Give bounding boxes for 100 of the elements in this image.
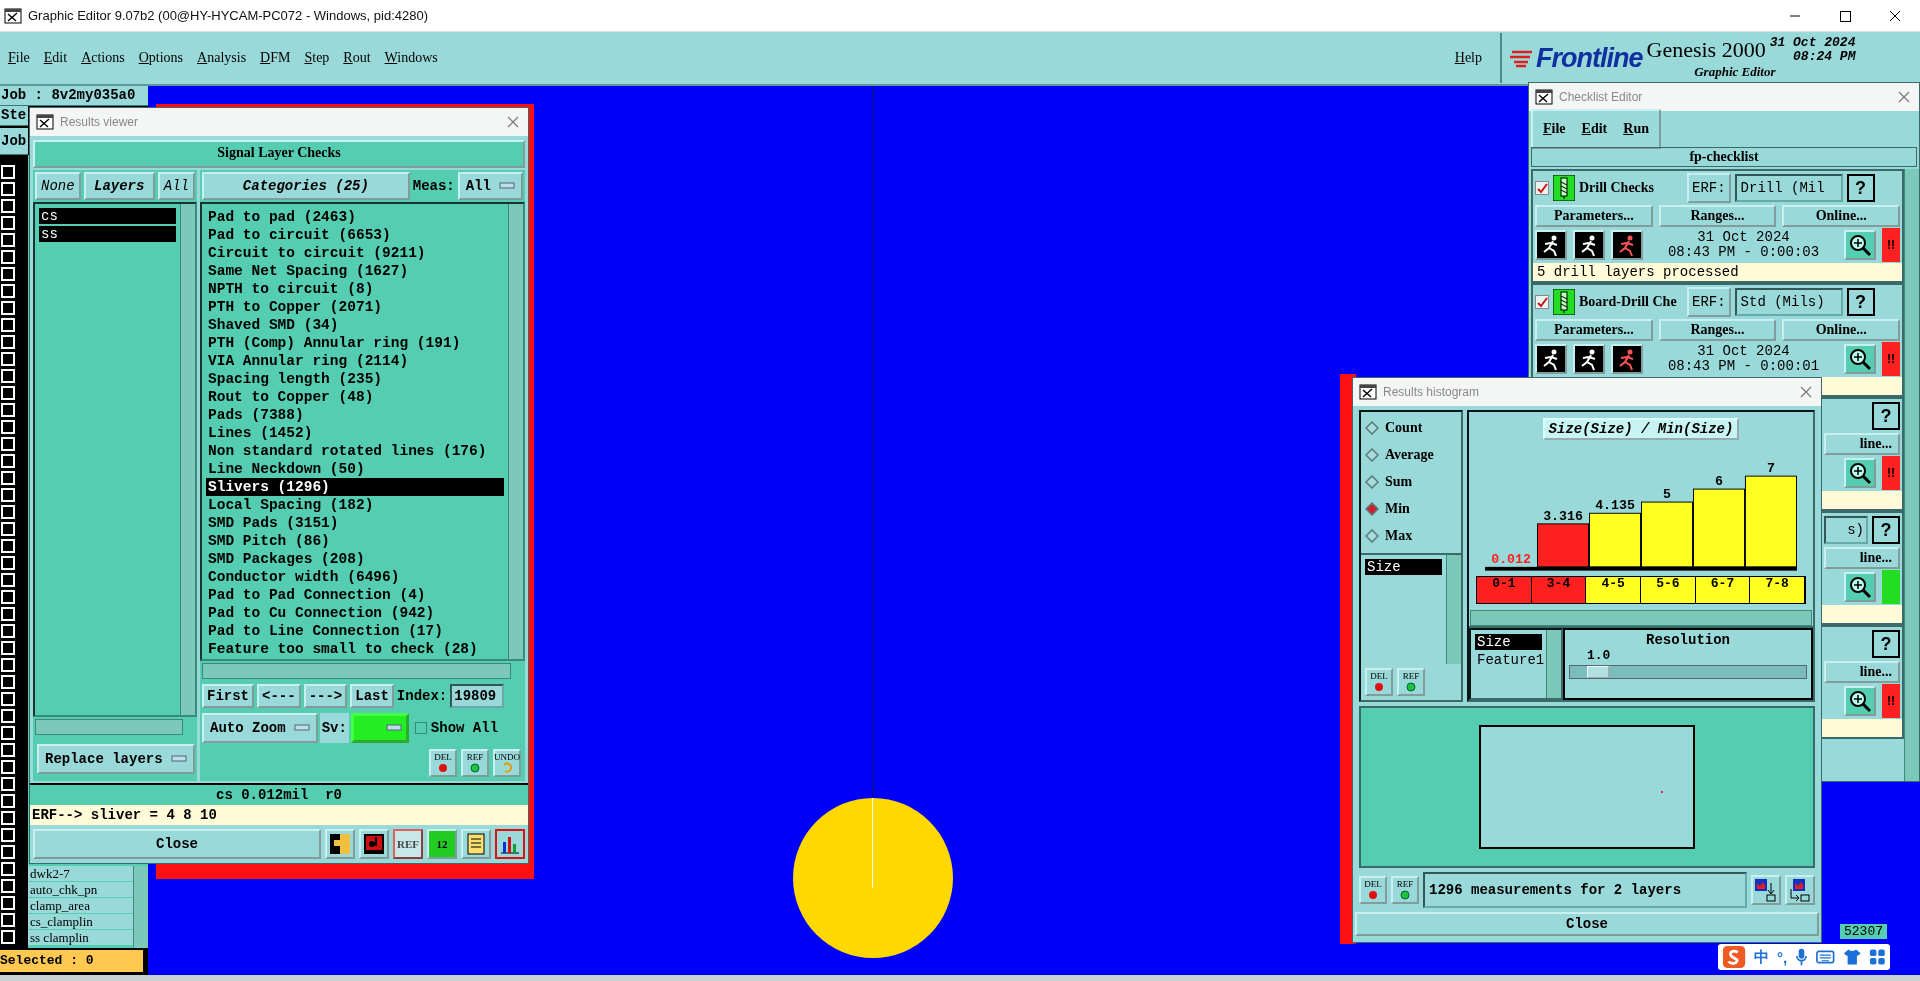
notes-button[interactable] — [461, 829, 491, 859]
ranges-button[interactable]: Ranges... — [1658, 319, 1777, 341]
category-item[interactable]: Circuit to circuit (9211) — [206, 244, 504, 262]
category-item[interactable]: Line Neckdown (50) — [206, 460, 504, 478]
layer-item[interactable]: dwk2-7 — [28, 866, 133, 881]
zoom-mode-dropdown[interactable]: Auto Zoom — [202, 713, 318, 743]
layer-item[interactable]: cs_clamplin — [28, 914, 133, 929]
online-button[interactable]: Online... — [1782, 205, 1900, 227]
category-item[interactable]: Non standard rotated lines (176) — [206, 442, 504, 460]
category-item[interactable]: Lines (1452) — [206, 424, 504, 442]
category-item[interactable]: Same Net Spacing (1627) — [206, 262, 504, 280]
scrollbar[interactable] — [508, 204, 523, 659]
category-item[interactable]: Feature too small to check (28) — [206, 640, 504, 658]
erf-field[interactable]: Drill (Mil — [1734, 174, 1843, 202]
category-item[interactable]: SMD Pads (3151) — [206, 514, 504, 532]
undo-button[interactable]: UNDO — [493, 749, 521, 777]
online-button[interactable]: Online... — [1782, 319, 1900, 341]
erf-field[interactable]: Std (Mils) — [1734, 288, 1843, 316]
help-button[interactable]: ? — [1872, 516, 1900, 544]
scrollbar[interactable] — [35, 719, 183, 735]
menu-item[interactable]: Analysis — [197, 50, 247, 66]
close-button[interactable]: Close — [33, 829, 321, 859]
parameters-button[interactable]: Parameters... — [1535, 319, 1653, 341]
running-figure-icon[interactable] — [1535, 230, 1567, 260]
ime-toggle[interactable]: 中 — [1754, 947, 1770, 967]
color-dropdown[interactable] — [350, 713, 409, 743]
help-button[interactable]: ? — [1872, 630, 1900, 658]
navigation-button[interactable]: Last — [350, 684, 394, 708]
checkbox[interactable] — [1535, 181, 1549, 195]
category-item[interactable]: Local Spacing (182) — [206, 496, 504, 514]
shirt-icon[interactable] — [1842, 948, 1862, 966]
category-item[interactable]: NPTH to circuit (8) — [206, 280, 504, 298]
filter-button[interactable]: All — [157, 172, 195, 200]
menu-item[interactable]: Actions — [81, 50, 125, 66]
navigation-button[interactable]: <--- — [257, 684, 301, 708]
erf-button[interactable]: ERF: — [1687, 287, 1731, 317]
help-button[interactable]: ? — [1872, 402, 1900, 430]
layer-item[interactable]: cs — [39, 208, 176, 224]
category-item[interactable]: Rout to Copper (48) — [206, 388, 504, 406]
keyboard-icon[interactable] — [1816, 949, 1835, 965]
radio-option[interactable]: Min — [1365, 495, 1461, 522]
categories-button[interactable]: Categories (25) — [202, 172, 410, 200]
radio-option[interactable]: Average — [1365, 441, 1461, 468]
category-item[interactable]: PTH to Copper (2071) — [206, 298, 504, 316]
category-item[interactable]: Pads (7388) — [206, 406, 504, 424]
grid-icon[interactable] — [1869, 948, 1886, 966]
navigation-button[interactable]: First — [202, 684, 254, 708]
help-button[interactable]: ? — [1846, 174, 1875, 202]
category-item[interactable]: PTH (Comp) Annular ring (191) — [206, 334, 504, 352]
close-icon[interactable] — [1799, 385, 1813, 399]
zoom-button[interactable] — [1844, 230, 1876, 260]
histogram-button[interactable] — [495, 829, 525, 859]
attribute-item[interactable]: Size — [1365, 559, 1442, 575]
menu-item[interactable]: Edit — [1581, 121, 1608, 137]
close-icon[interactable] — [1897, 90, 1911, 104]
ime-logo-icon[interactable] — [1722, 944, 1747, 970]
scrollbar[interactable] — [1446, 555, 1461, 664]
delete-button[interactable]: DEL — [429, 749, 457, 777]
scrollbar[interactable] — [1470, 610, 1812, 626]
menu-item[interactable]: Step — [304, 50, 330, 66]
help-button[interactable]: ? — [1846, 288, 1875, 316]
online-button[interactable]: line... — [1824, 433, 1900, 455]
filter-button[interactable]: None — [35, 172, 81, 200]
zoom-button[interactable] — [1844, 458, 1876, 488]
category-item[interactable]: Shaved SMD (34) — [206, 316, 504, 334]
scrollbar[interactable] — [202, 663, 511, 679]
reference-button[interactable]: REF — [1391, 876, 1419, 904]
menu-item[interactable]: Windows — [384, 50, 438, 66]
export-button[interactable] — [1751, 875, 1781, 905]
menu-item[interactable]: Edit — [43, 50, 68, 66]
running-figure-icon[interactable] — [1573, 344, 1605, 374]
layer-item[interactable]: auto_chk_pn — [28, 882, 133, 897]
online-button[interactable]: line... — [1824, 547, 1900, 569]
job-tab[interactable]: Job — [0, 128, 28, 155]
close-icon[interactable] — [506, 115, 520, 129]
erf-button[interactable]: ERF: — [1687, 173, 1731, 203]
category-item[interactable]: SMD Packages (208) — [206, 550, 504, 568]
scrollbar[interactable] — [180, 204, 195, 715]
running-figure-icon[interactable] — [1573, 230, 1605, 260]
category-item[interactable]: Slivers (1296) — [206, 478, 504, 496]
parameters-button[interactable]: Parameters... — [1535, 205, 1653, 227]
layer-item[interactable]: ss — [39, 226, 176, 242]
zoom-button[interactable] — [1844, 686, 1876, 716]
field-item[interactable]: Feature1 — [1475, 652, 1542, 668]
category-item[interactable]: Conductor width (6496) — [206, 568, 504, 586]
layer-item[interactable]: clamp_area — [28, 898, 133, 913]
category-item[interactable]: SMD Pitch (86) — [206, 532, 504, 550]
delete-button[interactable]: DEL — [1359, 876, 1387, 904]
zoom-button[interactable] — [1844, 344, 1876, 374]
radio-option[interactable]: Max — [1365, 522, 1461, 549]
erf-field[interactable]: s) — [1824, 516, 1868, 544]
layer-mode-dropdown[interactable]: Replace layers — [37, 744, 195, 774]
field-item[interactable]: Size — [1475, 634, 1542, 650]
category-item[interactable]: Pad to Line Connection (17) — [206, 622, 504, 640]
navigation-button[interactable]: ---> — [303, 684, 348, 708]
record-button[interactable] — [359, 829, 389, 859]
ime-toggle[interactable]: °, — [1777, 948, 1788, 966]
ranges-button[interactable]: Ranges... — [1658, 205, 1777, 227]
menu-item[interactable]: Run — [1623, 121, 1649, 137]
microphone-icon[interactable] — [1795, 947, 1809, 967]
